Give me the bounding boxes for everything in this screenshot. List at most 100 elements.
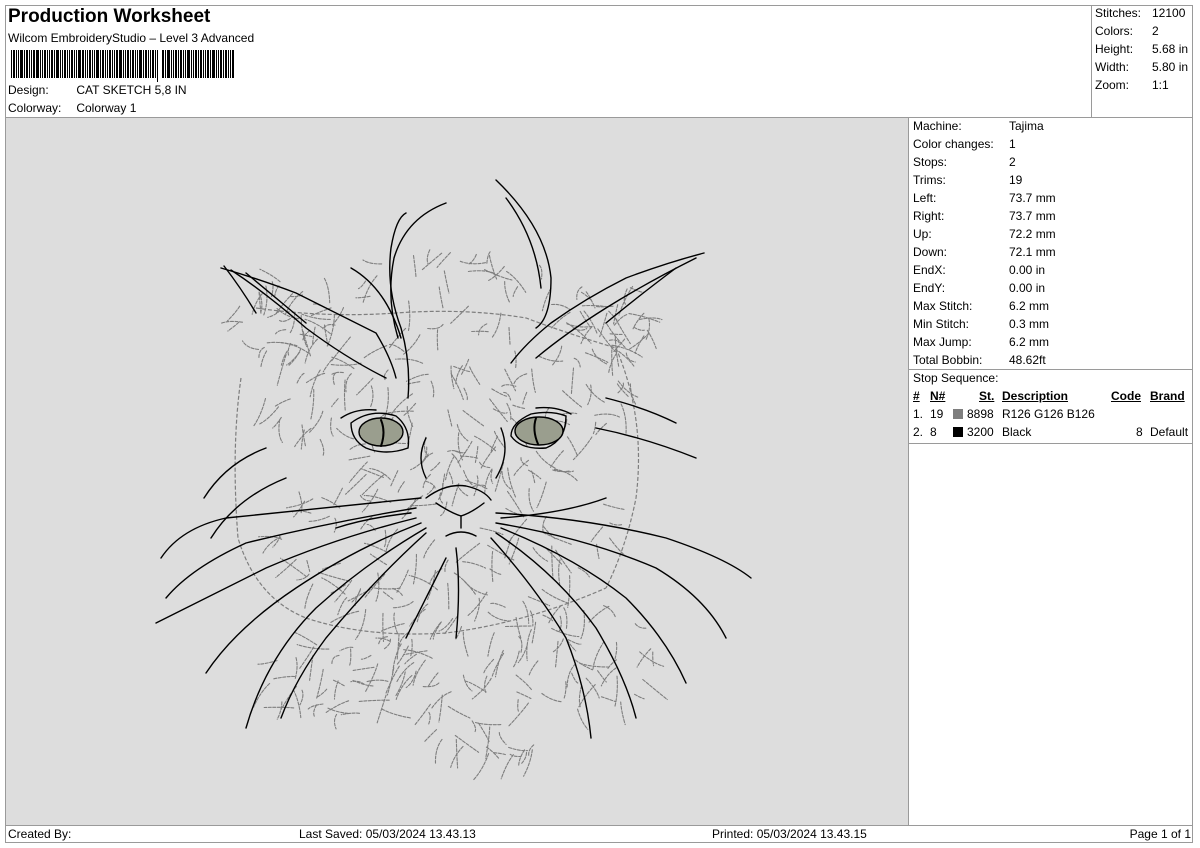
barcode-bar	[29, 50, 30, 78]
fur-stitch	[356, 377, 374, 396]
fur-stitch	[326, 707, 349, 714]
fur-stitch	[333, 713, 338, 730]
barcode-bar	[44, 50, 46, 78]
stop-description: Black	[1002, 425, 1032, 439]
barcode-bar	[210, 50, 211, 78]
page-title: Production Worksheet	[8, 6, 211, 27]
barcode-bar	[85, 50, 86, 78]
machine-row: Down: 72.1 mm	[913, 245, 1056, 263]
fur-stitch	[570, 367, 575, 395]
machine-value: 2	[1009, 155, 1016, 169]
fur-stitch	[469, 366, 481, 385]
fur-stitch	[512, 650, 520, 668]
barcode-bar	[173, 50, 174, 78]
stat-value: 2	[1152, 24, 1159, 38]
machine-label: EndX:	[913, 263, 946, 277]
fur-stitch	[331, 371, 344, 375]
fur-stitch	[515, 616, 522, 639]
barcode-bar	[78, 50, 81, 78]
col-header-st: St.	[979, 389, 995, 403]
fur-stitch	[422, 473, 431, 489]
fur-stitch	[443, 270, 450, 294]
fur-stitch	[527, 469, 542, 480]
barcode-bar	[195, 50, 197, 78]
machine-label: Trims:	[913, 173, 946, 187]
stop-stitches: 3200	[967, 425, 994, 439]
fur-stitch	[603, 605, 616, 618]
machine-label: Max Jump:	[913, 335, 972, 349]
fur-stitch	[571, 672, 579, 684]
barcode-bar	[69, 50, 70, 78]
fur-stitch	[292, 689, 302, 719]
worksheet-header: Production Worksheet Wilcom EmbroiderySt…	[5, 5, 1092, 118]
barcode-bar	[216, 50, 217, 78]
barcode-bar	[64, 50, 66, 78]
barcode-bar	[71, 50, 73, 78]
fur-stitch	[552, 638, 564, 653]
barcode-bar	[150, 50, 151, 78]
fur-stitch	[523, 749, 533, 777]
fur-stitch	[306, 559, 311, 572]
fur-stitch	[348, 461, 368, 483]
fur-stitch	[355, 295, 371, 299]
fur-stitch	[478, 323, 488, 336]
fur-stitch	[333, 517, 337, 533]
fur-stitch	[490, 602, 506, 608]
barcode-bar	[94, 50, 95, 78]
machine-row: Machine: Tajima	[913, 119, 1044, 137]
fur-stitch	[436, 329, 439, 351]
stop-stitches: 8898	[967, 407, 994, 421]
barcode	[11, 50, 275, 82]
fur-stitch	[407, 300, 411, 331]
barcode-bar	[137, 50, 138, 78]
fur-stitch	[633, 326, 645, 331]
fur-stitch	[513, 459, 530, 476]
barcode-bar	[96, 50, 99, 78]
fur-stitch	[280, 350, 288, 366]
barcode-bar	[135, 50, 136, 78]
fur-stitch	[299, 689, 304, 706]
fur-stitch	[278, 419, 283, 443]
fur-stitch	[551, 345, 563, 366]
machine-value: 48.62ft	[1009, 353, 1046, 367]
machine-label: Machine:	[913, 119, 962, 133]
barcode-bar	[162, 50, 164, 78]
machine-label: Max Stitch:	[913, 299, 973, 313]
col-header-num: #	[913, 389, 920, 403]
fur-stitch	[464, 479, 488, 490]
fur-stitch	[402, 402, 417, 417]
barcode-bar	[212, 50, 215, 78]
colorway-label: Colorway:	[8, 101, 62, 115]
fur-stitch	[474, 597, 481, 622]
machine-value: 73.7 mm	[1009, 191, 1056, 205]
machine-label: Up:	[913, 227, 932, 241]
fur-stitch	[455, 542, 481, 563]
page-number: Page 1 of 1	[1129, 827, 1191, 841]
fur-stitch	[424, 729, 438, 742]
fur-stitch	[494, 649, 504, 678]
fur-stitch	[609, 522, 624, 526]
barcode-bar	[175, 50, 177, 78]
fur-stitch	[487, 632, 495, 657]
stat-value: 1:1	[1152, 78, 1169, 92]
fur-stitch	[603, 503, 626, 511]
fur-stitch	[382, 612, 385, 643]
fur-stitch	[422, 682, 440, 688]
fur-stitch	[513, 373, 528, 385]
barcode-bar	[56, 50, 59, 78]
fur-stitch	[645, 318, 651, 341]
fur-stitch	[340, 712, 361, 716]
fur-stitch	[522, 600, 530, 624]
col-header-n: N#	[930, 389, 946, 403]
stat-zoom: Zoom: 1:1	[1095, 78, 1191, 96]
fur-stitch	[517, 645, 528, 664]
fur-stitch	[486, 265, 505, 282]
barcode-bar	[230, 50, 231, 78]
machine-label: Color changes:	[913, 137, 994, 151]
fur-stitch	[260, 350, 268, 368]
fur-stitch	[241, 340, 260, 350]
fur-stitch	[587, 384, 592, 406]
stat-label: Stitches:	[1095, 6, 1142, 20]
fur-stitch	[463, 580, 488, 596]
barcode-bar	[183, 50, 184, 78]
